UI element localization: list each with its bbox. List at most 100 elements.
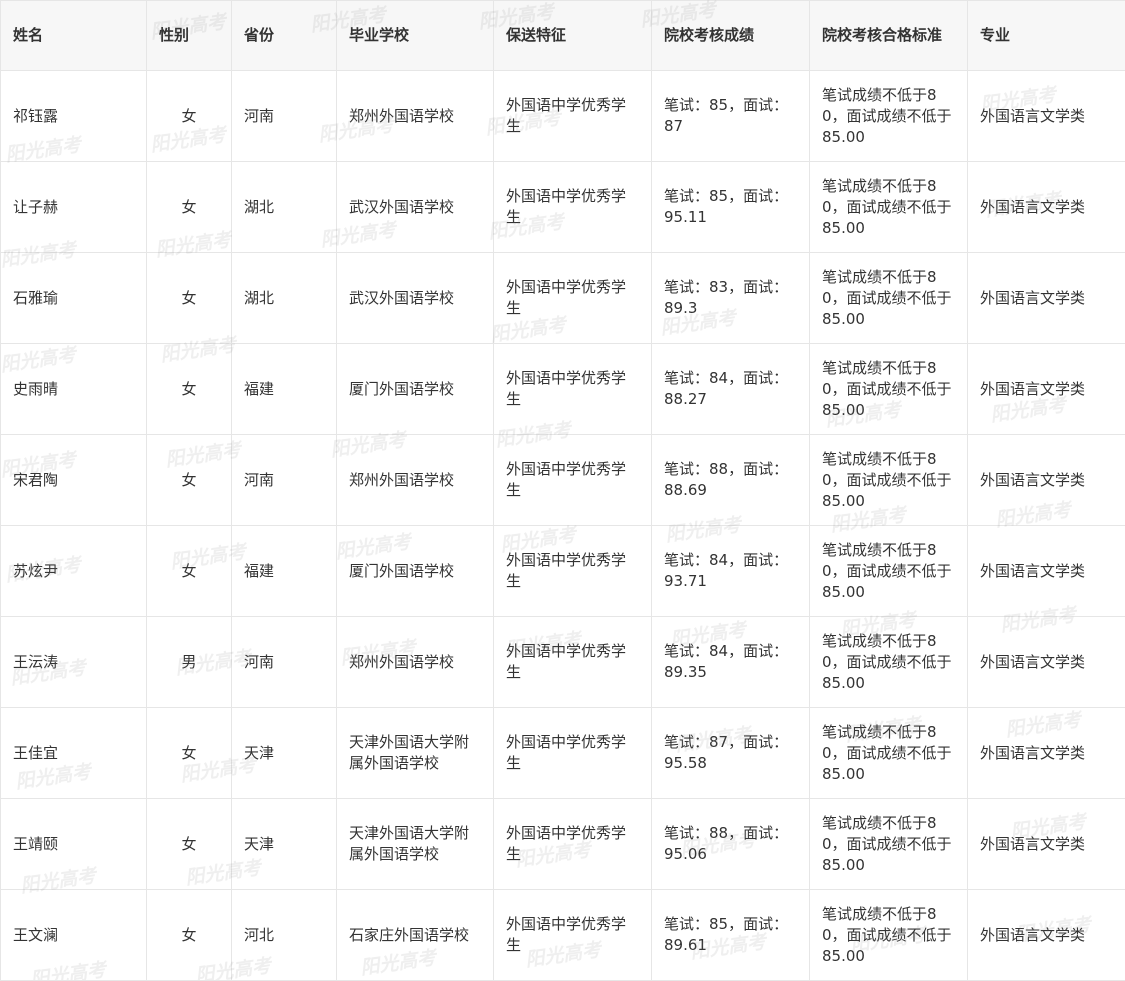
cell-gender: 女 <box>147 344 232 435</box>
cell-gender: 女 <box>147 162 232 253</box>
cell-gender: 女 <box>147 526 232 617</box>
cell-name: 石雅瑜 <box>1 253 147 344</box>
cell-pass-standard: 笔试成绩不低于80，面试成绩不低于85.00 <box>810 435 968 526</box>
cell-recommendation-type: 外国语中学优秀学生 <box>494 799 652 890</box>
cell-pass-standard: 笔试成绩不低于80，面试成绩不低于85.00 <box>810 253 968 344</box>
table-row: 石雅瑜 女 湖北 武汉外国语学校 外国语中学优秀学生 笔试：83，面试：89.3… <box>1 253 1125 344</box>
cell-gender: 女 <box>147 708 232 799</box>
header-school: 毕业学校 <box>337 1 494 71</box>
cell-gender: 女 <box>147 71 232 162</box>
cell-name: 王佳宜 <box>1 708 147 799</box>
cell-pass-standard: 笔试成绩不低于80，面试成绩不低于85.00 <box>810 799 968 890</box>
table-header-row: 姓名 性别 省份 毕业学校 保送特征 院校考核成绩 院校考核合格标准 专业 <box>1 1 1125 71</box>
header-assessment-score: 院校考核成绩 <box>652 1 810 71</box>
table-row: 王佳宜 女 天津 天津外国语大学附属外国语学校 外国语中学优秀学生 笔试：87，… <box>1 708 1125 799</box>
cell-pass-standard: 笔试成绩不低于80，面试成绩不低于85.00 <box>810 526 968 617</box>
table-row: 史雨晴 女 福建 厦门外国语学校 外国语中学优秀学生 笔试：84，面试：88.2… <box>1 344 1125 435</box>
cell-name: 祁钰露 <box>1 71 147 162</box>
cell-province: 天津 <box>232 708 337 799</box>
cell-province: 福建 <box>232 526 337 617</box>
header-major: 专业 <box>968 1 1125 71</box>
cell-school: 郑州外国语学校 <box>337 435 494 526</box>
cell-major: 外国语言文学类 <box>968 526 1125 617</box>
cell-recommendation-type: 外国语中学优秀学生 <box>494 708 652 799</box>
cell-major: 外国语言文学类 <box>968 71 1125 162</box>
cell-pass-standard: 笔试成绩不低于80，面试成绩不低于85.00 <box>810 71 968 162</box>
cell-gender: 女 <box>147 799 232 890</box>
cell-school: 天津外国语大学附属外国语学校 <box>337 708 494 799</box>
cell-assessment-score: 笔试：84，面试：88.27 <box>652 344 810 435</box>
cell-name: 王沄涛 <box>1 617 147 708</box>
cell-assessment-score: 笔试：88，面试：95.06 <box>652 799 810 890</box>
cell-school: 武汉外国语学校 <box>337 253 494 344</box>
cell-major: 外国语言文学类 <box>968 162 1125 253</box>
cell-province: 天津 <box>232 799 337 890</box>
cell-major: 外国语言文学类 <box>968 253 1125 344</box>
table-row: 王靖颐 女 天津 天津外国语大学附属外国语学校 外国语中学优秀学生 笔试：88，… <box>1 799 1125 890</box>
cell-school: 天津外国语大学附属外国语学校 <box>337 799 494 890</box>
cell-assessment-score: 笔试：84，面试：89.35 <box>652 617 810 708</box>
cell-province: 河南 <box>232 71 337 162</box>
header-province: 省份 <box>232 1 337 71</box>
cell-assessment-score: 笔试：85，面试：95.11 <box>652 162 810 253</box>
cell-assessment-score: 笔试：88，面试：88.69 <box>652 435 810 526</box>
cell-assessment-score: 笔试：85，面试：89.61 <box>652 890 810 981</box>
cell-recommendation-type: 外国语中学优秀学生 <box>494 71 652 162</box>
cell-major: 外国语言文学类 <box>968 708 1125 799</box>
cell-pass-standard: 笔试成绩不低于80，面试成绩不低于85.00 <box>810 162 968 253</box>
cell-name: 苏炫尹 <box>1 526 147 617</box>
cell-school: 厦门外国语学校 <box>337 526 494 617</box>
table-row: 王文澜 女 河北 石家庄外国语学校 外国语中学优秀学生 笔试：85，面试：89.… <box>1 890 1125 981</box>
table-row: 王沄涛 男 河南 郑州外国语学校 外国语中学优秀学生 笔试：84，面试：89.3… <box>1 617 1125 708</box>
cell-province: 河北 <box>232 890 337 981</box>
cell-recommendation-type: 外国语中学优秀学生 <box>494 890 652 981</box>
cell-gender: 男 <box>147 617 232 708</box>
cell-recommendation-type: 外国语中学优秀学生 <box>494 253 652 344</box>
cell-recommendation-type: 外国语中学优秀学生 <box>494 435 652 526</box>
cell-school: 郑州外国语学校 <box>337 617 494 708</box>
cell-major: 外国语言文学类 <box>968 344 1125 435</box>
cell-gender: 女 <box>147 253 232 344</box>
table-row: 宋君陶 女 河南 郑州外国语学校 外国语中学优秀学生 笔试：88，面试：88.6… <box>1 435 1125 526</box>
cell-major: 外国语言文学类 <box>968 617 1125 708</box>
cell-major: 外国语言文学类 <box>968 890 1125 981</box>
cell-province: 湖北 <box>232 253 337 344</box>
table-row: 苏炫尹 女 福建 厦门外国语学校 外国语中学优秀学生 笔试：84，面试：93.7… <box>1 526 1125 617</box>
cell-recommendation-type: 外国语中学优秀学生 <box>494 162 652 253</box>
cell-major: 外国语言文学类 <box>968 435 1125 526</box>
cell-school: 石家庄外国语学校 <box>337 890 494 981</box>
cell-major: 外国语言文学类 <box>968 799 1125 890</box>
cell-pass-standard: 笔试成绩不低于80，面试成绩不低于85.00 <box>810 344 968 435</box>
cell-name: 王文澜 <box>1 890 147 981</box>
header-gender: 性别 <box>147 1 232 71</box>
cell-pass-standard: 笔试成绩不低于80，面试成绩不低于85.00 <box>810 708 968 799</box>
table-row: 祁钰露 女 河南 郑州外国语学校 外国语中学优秀学生 笔试：85，面试：87 笔… <box>1 71 1125 162</box>
cell-assessment-score: 笔试：84，面试：93.71 <box>652 526 810 617</box>
cell-recommendation-type: 外国语中学优秀学生 <box>494 344 652 435</box>
cell-assessment-score: 笔试：87，面试：95.58 <box>652 708 810 799</box>
admissions-table: 姓名 性别 省份 毕业学校 保送特征 院校考核成绩 院校考核合格标准 专业 祁钰… <box>0 0 1125 981</box>
header-name: 姓名 <box>1 1 147 71</box>
cell-pass-standard: 笔试成绩不低于80，面试成绩不低于85.00 <box>810 890 968 981</box>
cell-assessment-score: 笔试：85，面试：87 <box>652 71 810 162</box>
cell-recommendation-type: 外国语中学优秀学生 <box>494 617 652 708</box>
cell-school: 武汉外国语学校 <box>337 162 494 253</box>
cell-recommendation-type: 外国语中学优秀学生 <box>494 526 652 617</box>
table-row: 让子赫 女 湖北 武汉外国语学校 外国语中学优秀学生 笔试：85，面试：95.1… <box>1 162 1125 253</box>
cell-province: 湖北 <box>232 162 337 253</box>
cell-name: 宋君陶 <box>1 435 147 526</box>
cell-name: 让子赫 <box>1 162 147 253</box>
cell-name: 王靖颐 <box>1 799 147 890</box>
cell-name: 史雨晴 <box>1 344 147 435</box>
cell-school: 厦门外国语学校 <box>337 344 494 435</box>
cell-province: 河南 <box>232 435 337 526</box>
cell-province: 河南 <box>232 617 337 708</box>
header-pass-standard: 院校考核合格标准 <box>810 1 968 71</box>
cell-pass-standard: 笔试成绩不低于80，面试成绩不低于85.00 <box>810 617 968 708</box>
cell-assessment-score: 笔试：83，面试：89.3 <box>652 253 810 344</box>
header-recommendation-type: 保送特征 <box>494 1 652 71</box>
cell-province: 福建 <box>232 344 337 435</box>
cell-gender: 女 <box>147 435 232 526</box>
cell-school: 郑州外国语学校 <box>337 71 494 162</box>
cell-gender: 女 <box>147 890 232 981</box>
